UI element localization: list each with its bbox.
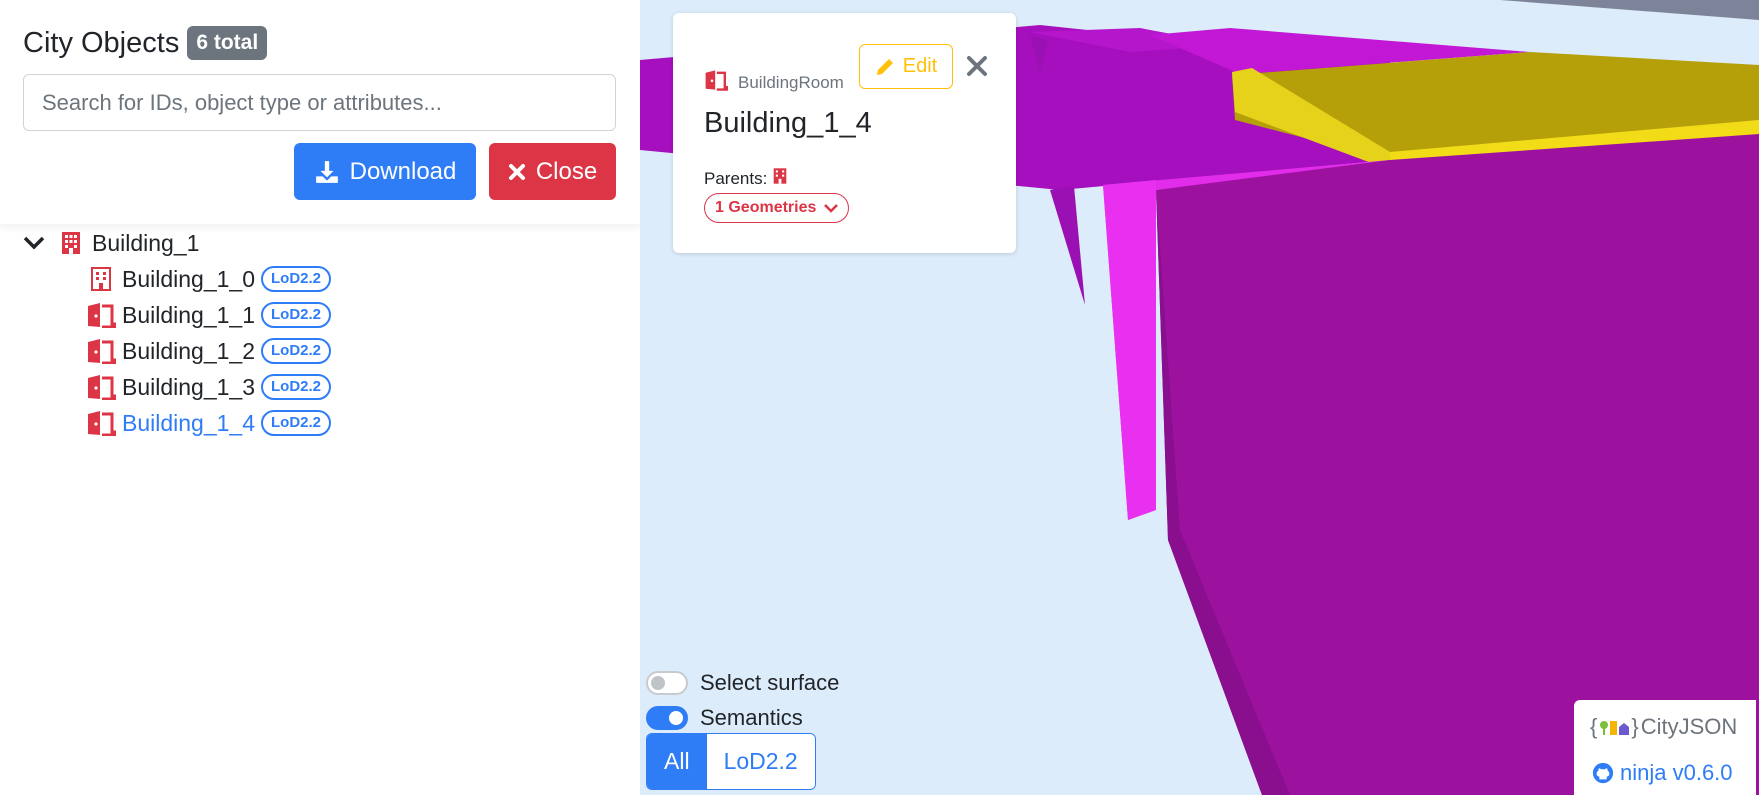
semantics-label: Semantics [700,705,803,730]
door-icon [704,69,729,96]
tree-item-selected[interactable]: Building_1_4 LoD2.2 [86,406,332,440]
total-badge: 6 total [187,26,268,60]
toggle-switch[interactable] [646,671,688,695]
download-button[interactable]: Download [294,143,476,200]
wall-pillar [1103,180,1156,520]
tree-item[interactable]: Building_1_0 LoD2.2 [86,262,332,296]
toggle-switch[interactable] [646,706,688,730]
object-type-row: BuildingRoom [704,69,844,96]
github-link-label: ninja v0.6.0 [1620,760,1733,785]
door-icon [86,302,116,328]
tree-item-label: Building_1_1 [122,301,256,328]
edit-label: Edit [902,55,938,77]
tree-item-label: Building_1_2 [122,337,256,364]
lod-badge: LoD2.2 [261,302,332,328]
close-label: Close [535,157,598,185]
chevron-down-icon[interactable] [22,236,46,250]
brand-box: { } CityJSON ninja v0.6.0 [1574,700,1756,795]
chevron-down-icon [824,204,839,213]
door-icon [86,338,116,364]
background-surface [1500,0,1759,20]
object-type-label: BuildingRoom [738,72,844,92]
github-icon [1592,762,1614,784]
tree-item[interactable]: Building_1_2 LoD2.2 [86,334,332,368]
lod-badge: LoD2.2 [261,410,332,436]
download-icon [315,160,338,183]
building-icon [56,231,86,255]
close-icon [508,163,525,180]
parents-row: Parents: [704,167,787,190]
download-label: Download [349,157,457,185]
door-icon [86,374,116,400]
parents-label: Parents: [704,168,768,188]
building-icon[interactable] [773,167,787,190]
title-row: City Objects 6 total [23,26,268,60]
semantics-toggle[interactable]: Semantics [646,705,803,731]
3d-viewer[interactable]: BuildingRoom Building_1_4 Edit Parents: [640,0,1759,795]
lod-all-button[interactable]: All [647,734,707,789]
city-objects-panel: City Objects 6 total Download Close [0,0,640,795]
lod-2-2-button[interactable]: LoD2.2 [706,734,815,789]
select-surface-toggle[interactable]: Select surface [646,670,839,696]
select-surface-label: Select surface [700,670,840,695]
geometries-dropdown[interactable]: 1 Geometries [704,193,850,223]
tree-item-label: Building_1_4 [122,409,256,436]
app-root: City Objects 6 total Download Close [0,0,1759,795]
tree-item-label: Building_1_3 [122,373,256,400]
cityjson-logo-mark [1600,721,1630,735]
close-card-button[interactable] [962,51,992,81]
object-info-card: BuildingRoom Building_1_4 Edit Parents: [673,13,1016,253]
tree-item[interactable]: Building_1_3 LoD2.2 [86,370,332,404]
panel-header: City Objects 6 total Download Close [0,0,640,224]
tree-item-root[interactable]: Building_1 [22,226,199,260]
lod-badge: LoD2.2 [261,374,332,400]
object-id-title: Building_1_4 [704,107,872,139]
lod-badge: LoD2.2 [261,266,332,292]
close-button[interactable]: Close [489,143,616,200]
tree-item-label: Building_1 [92,229,200,256]
search-input[interactable] [23,74,616,131]
lod-button-group: All LoD2.2 [646,733,816,790]
cityjson-logo: { } CityJSON [1590,714,1738,739]
panel-title: City Objects [23,26,180,59]
roof-spike [1050,186,1085,305]
cityjson-logo-text: CityJSON [1640,714,1738,739]
tree-item[interactable]: Building_1_1 LoD2.2 [86,298,332,332]
github-link[interactable]: ninja v0.6.0 [1592,760,1733,786]
building-icon [86,267,116,291]
tree-item-label: Building_1_0 [122,265,256,292]
edit-button[interactable]: Edit [859,44,953,89]
door-icon [86,410,116,436]
close-icon [967,56,987,76]
lod-badge: LoD2.2 [261,338,332,364]
pencil-icon [876,58,893,75]
geometries-label: 1 Geometries [715,199,817,216]
